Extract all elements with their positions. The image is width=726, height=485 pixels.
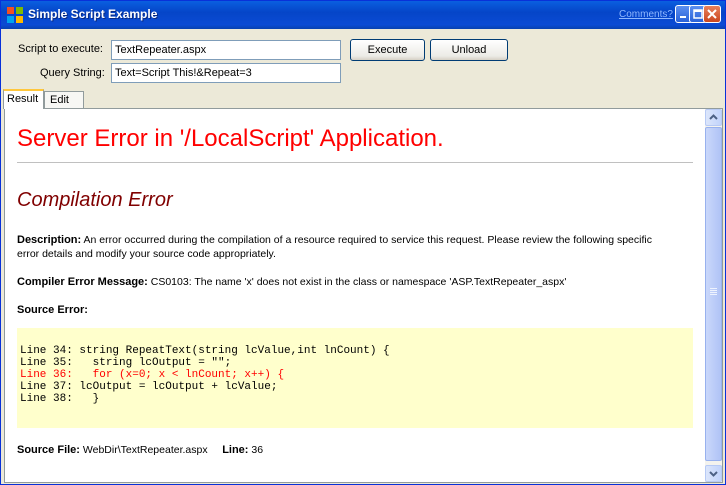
- compiler-message-block: Compiler Error Message: CS0103: The name…: [17, 275, 677, 289]
- scroll-thumb[interactable]: [705, 127, 722, 461]
- minimize-icon: [680, 16, 686, 18]
- script-input[interactable]: TextRepeater.aspx: [111, 40, 341, 60]
- error-title: Server Error in '/LocalScript' Applicati…: [17, 125, 444, 152]
- maximize-icon: [693, 9, 703, 19]
- code-line: Line 38: }: [20, 393, 100, 405]
- title-bar[interactable]: Simple Script Example Comments?: [1, 1, 725, 29]
- query-string-label: Query String:: [40, 67, 105, 79]
- execute-button[interactable]: Execute: [350, 39, 425, 61]
- source-file-label: Source File:: [17, 444, 80, 456]
- line-label: Line:: [222, 444, 249, 456]
- source-error-label: Source Error:: [17, 304, 88, 316]
- source-code-block: Line 34: string RepeatText(string lcValu…: [17, 328, 693, 428]
- source-file-value: WebDir\TextRepeater.aspx: [82, 444, 208, 456]
- app-icon: [7, 7, 23, 23]
- error-page: Server Error in '/LocalScript' Applicati…: [5, 109, 705, 482]
- script-label: Script to execute:: [18, 43, 103, 55]
- close-icon: [707, 9, 717, 19]
- tab-result[interactable]: Result: [3, 89, 44, 109]
- vertical-scrollbar[interactable]: [705, 109, 722, 482]
- result-panel: Server Error in '/LocalScript' Applicati…: [4, 108, 723, 483]
- scroll-down-button[interactable]: [705, 465, 722, 482]
- compiler-message-text: CS0103: The name 'x' does not exist in t…: [150, 276, 567, 288]
- description-label: Description:: [17, 234, 82, 246]
- source-file-block: Source File: WebDir\TextRepeater.aspx Li…: [17, 443, 677, 457]
- description-text: An error occurred during the compilation…: [17, 234, 652, 260]
- tab-edit[interactable]: Edit: [44, 91, 84, 108]
- app-window: Simple Script Example Comments? Script t…: [0, 0, 726, 485]
- grip-icon: [710, 288, 717, 295]
- chevron-down-icon: [709, 471, 718, 477]
- code-line-error: Line 36: for (x=0; x < lnCount; x++) {: [20, 369, 285, 381]
- window-title: Simple Script Example: [28, 7, 158, 21]
- description-block: Description: An error occurred during th…: [17, 233, 677, 261]
- source-error-heading: Source Error:: [17, 303, 677, 317]
- chevron-up-icon: [709, 114, 718, 120]
- scroll-up-button[interactable]: [705, 109, 722, 126]
- unload-button[interactable]: Unload: [430, 39, 508, 61]
- code-line: Line 35: string lcOutput = "";: [20, 357, 232, 369]
- query-string-input[interactable]: Text=Script This!&Repeat=3: [111, 63, 341, 83]
- divider: [17, 162, 693, 163]
- compiler-message-label: Compiler Error Message:: [17, 276, 148, 288]
- error-subtitle: Compilation Error: [17, 189, 173, 211]
- close-button[interactable]: [703, 5, 721, 23]
- code-line: Line 34: string RepeatText(string lcValu…: [20, 345, 390, 357]
- line-value: 36: [251, 444, 264, 456]
- code-line: Line 37: lcOutput = lcOutput + lcValue;: [20, 381, 278, 393]
- comments-link[interactable]: Comments?: [619, 9, 673, 20]
